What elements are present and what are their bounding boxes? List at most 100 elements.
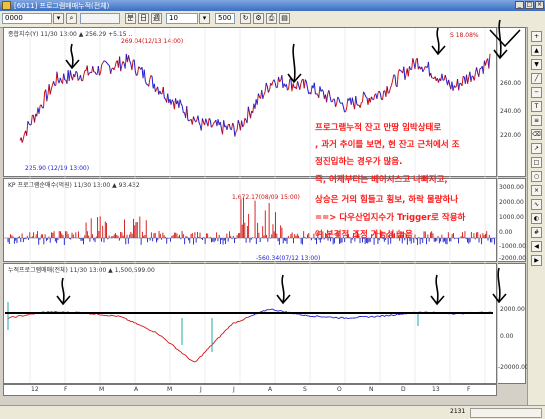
price-line-segment [108,65,109,66]
price-line-segment [27,121,28,136]
price-line-segment [105,61,106,62]
price-line-segment [235,132,236,137]
cumulative-arrow [282,275,284,303]
price-line-segment [238,120,239,124]
price-line-segment [114,67,115,70]
cumulative-line-segment [196,360,198,361]
price-line-segment [172,100,173,102]
price-line-segment [210,120,211,128]
price-line-segment [44,92,45,108]
price-line-segment [138,67,139,75]
price-line-segment [301,80,302,84]
cumulative-line-segment [200,356,202,357]
price-line-segment [212,123,213,126]
cumulative-line-segment [191,360,193,361]
cumulative-line-segment [187,357,189,359]
cumulative-line-segment [369,317,371,318]
price-line-segment [188,120,189,121]
price-arrow [293,44,295,82]
annotation-line: ==> 다우산업지수가 Trigger로 작용하 [315,211,465,223]
price-line-segment [366,97,367,98]
cumulative-line-segment [116,316,118,317]
price-line-segment [471,76,472,82]
cumulative-line-segment [139,325,141,326]
price-line-segment [150,76,151,80]
price-line-segment [365,94,366,97]
price-line-segment [214,122,215,123]
cumulative-line-segment [197,358,199,360]
price-line-segment [80,75,81,80]
price-line-segment [47,94,48,101]
cumulative-line-segment [178,350,180,351]
cumulative-line-segment [168,342,170,343]
cumulative-line-segment [205,350,207,352]
cumulative-line-segment [165,339,167,340]
price-line-segment [449,80,450,85]
cumulative-line-segment [118,316,120,317]
cumulative-line-segment [249,316,251,317]
price-line-segment [83,75,84,81]
price-line-segment [428,62,429,76]
price-line-segment [201,118,202,130]
cumulative-line-segment [242,319,244,320]
price-line-segment [357,104,358,105]
price-line-segment [453,85,454,90]
price-line-segment [330,96,331,101]
cumulative-line-segment [144,327,146,328]
price-line-segment [387,86,388,93]
price-line-segment [352,98,353,104]
annotation-line: 즉, 어제부터는 베이시스고 나빠지고, [315,173,448,185]
cumulative-line-segment [179,351,181,352]
cumulative-line-segment [183,354,185,355]
cumulative-arrow [436,275,438,304]
price-line-segment [163,87,164,98]
price-line-segment [102,63,103,65]
cumulative-line-segment [251,316,253,317]
price-line-segment [154,84,155,92]
price-line-segment [98,66,99,75]
price-line-segment [181,104,182,106]
cumulative-line-segment [226,329,228,330]
annotation-line: 상승은 거의 힘들고 횡보, 하락 물량하나 [315,193,458,205]
cumulative-line-segment [223,331,225,333]
price-line-segment [474,73,475,81]
price-arrow [437,28,439,54]
cumulative-line-segment [184,354,186,355]
price-line-segment [93,66,94,72]
price-line-segment [199,123,200,126]
price-line-segment [455,86,456,87]
cumulative-line-segment [176,349,178,350]
cumulative-line-segment [383,315,385,316]
price-line-segment [229,124,230,129]
cumulative-line-segment [236,321,238,323]
cumulative-line-segment [317,316,319,317]
price-line-segment [463,76,464,77]
cumulative-line-segment [278,311,280,312]
price-line-segment [322,90,323,92]
price-line-segment [263,95,264,99]
cumulative-line-segment [375,316,377,317]
price-line-segment [158,87,159,95]
cumulative-line-segment [21,316,23,317]
cumulative-line-segment [210,345,212,346]
price-line-segment [151,76,152,77]
price-line-segment [54,81,55,85]
price-line-segment [293,83,294,87]
price-line-segment [412,58,413,69]
price-line-segment [320,86,321,91]
price-line-segment [306,82,307,88]
price-line-segment [337,97,338,103]
price-line-segment [462,76,463,86]
price-line-segment [339,99,340,103]
price-line-segment [233,123,234,126]
price-line-segment [244,118,245,125]
price-line-segment [314,83,315,94]
price-line-segment [342,103,343,107]
price-line-segment [129,55,130,60]
price-line-segment [277,77,278,88]
cumulative-line-segment [390,315,392,316]
cumulative-line-segment [343,317,345,318]
cumulative-line-segment [142,326,144,327]
price-line-segment [160,91,161,94]
cumulative-line-segment [166,340,168,342]
